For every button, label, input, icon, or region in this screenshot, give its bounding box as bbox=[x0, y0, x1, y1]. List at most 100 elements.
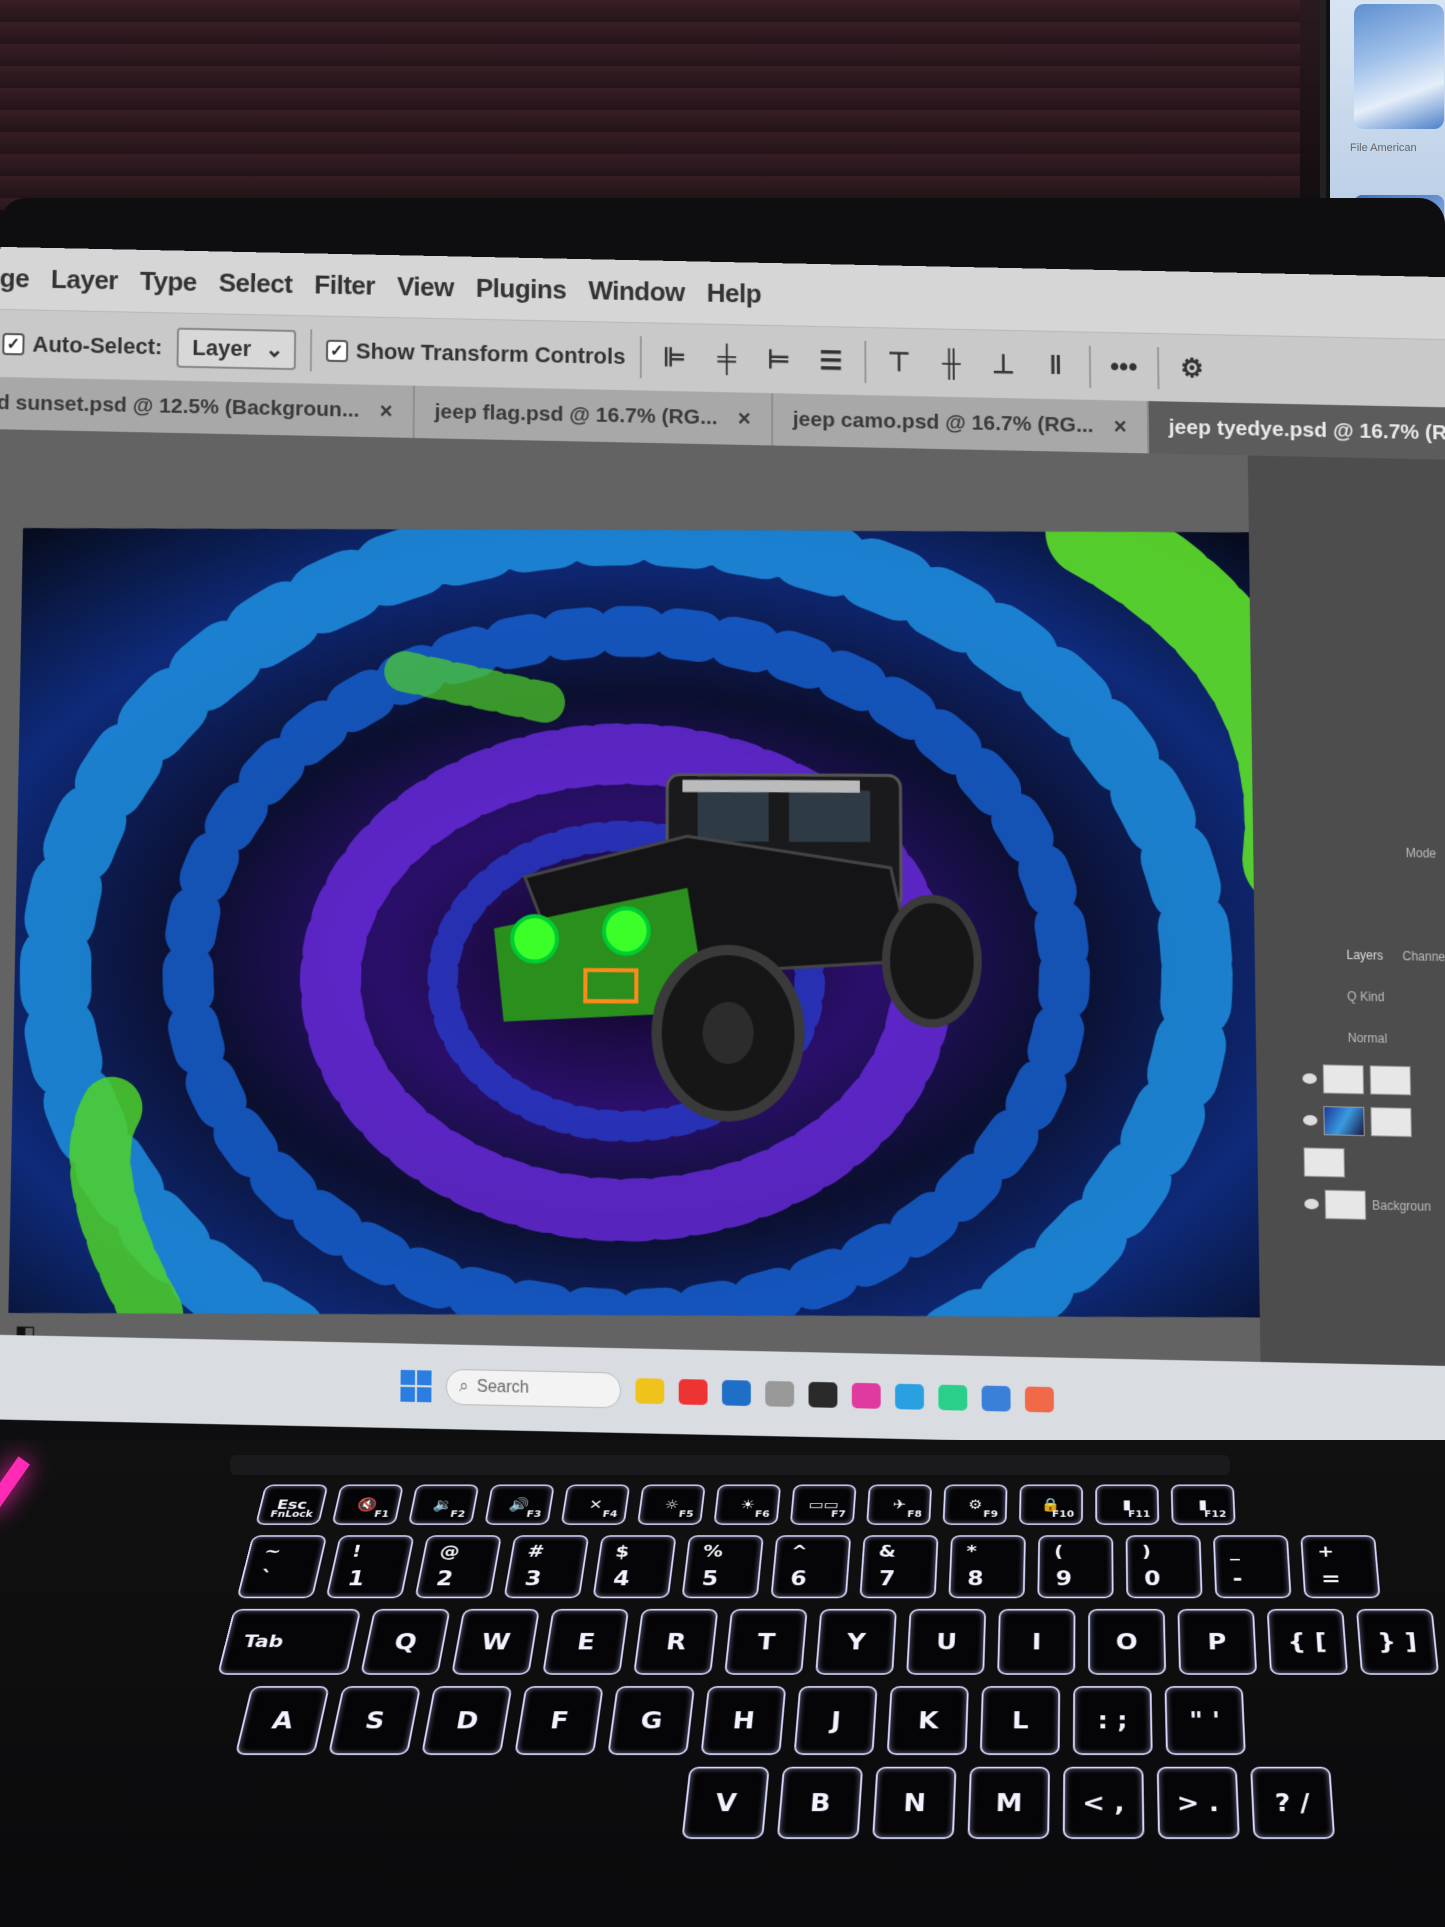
eye-icon[interactable] bbox=[1302, 1073, 1317, 1084]
gmail-icon[interactable] bbox=[678, 1379, 708, 1406]
tab-jeep-tyedye[interactable]: jeep tyedye.psd @ 16.7% (RGB/8) × bbox=[1148, 401, 1445, 463]
eye-icon[interactable] bbox=[1303, 1114, 1318, 1126]
tab-jeep-flag[interactable]: jeep flag.psd @ 16.7% (RG... × bbox=[414, 385, 773, 446]
key-symbol[interactable]: " ' bbox=[1164, 1686, 1246, 1755]
key-b[interactable]: B bbox=[776, 1766, 864, 1839]
gear-icon[interactable]: ⚙ bbox=[1173, 352, 1212, 384]
auto-select-dropdown[interactable]: Layer ⌄ bbox=[176, 327, 296, 370]
more-options-button[interactable]: ••• bbox=[1105, 351, 1143, 383]
key-t[interactable]: T bbox=[724, 1608, 808, 1675]
key-f2[interactable]: 🔉 F2 bbox=[407, 1484, 480, 1525]
key-f5[interactable]: ☼ F5 bbox=[637, 1484, 706, 1525]
file-explorer-icon[interactable] bbox=[635, 1378, 665, 1405]
align-right-icon[interactable]: ⊨ bbox=[760, 344, 798, 376]
auto-select-checkbox[interactable]: ✓ Auto-Select: bbox=[2, 330, 162, 359]
key-7[interactable]: & 7 bbox=[859, 1535, 939, 1599]
key-y[interactable]: Y bbox=[815, 1608, 897, 1675]
key-symbol[interactable]: < , bbox=[1062, 1766, 1145, 1839]
edge-icon[interactable] bbox=[938, 1384, 968, 1411]
layer-row-background[interactable]: Backgroun bbox=[1304, 1186, 1445, 1225]
close-icon[interactable]: × bbox=[738, 406, 751, 432]
close-icon[interactable]: × bbox=[379, 398, 392, 424]
menu-filter[interactable]: Filter bbox=[314, 269, 375, 301]
photoshop-icon[interactable] bbox=[895, 1383, 925, 1410]
key-f6[interactable]: ☀ F6 bbox=[713, 1484, 782, 1525]
key-symbol[interactable]: } ] bbox=[1355, 1608, 1440, 1675]
key-w[interactable]: W bbox=[451, 1608, 540, 1675]
key-u[interactable]: U bbox=[906, 1608, 987, 1675]
key-n[interactable]: N bbox=[872, 1766, 957, 1839]
key-r[interactable]: R bbox=[633, 1608, 719, 1675]
key-symbol[interactable]: { [ bbox=[1266, 1608, 1349, 1675]
layer-row[interactable] bbox=[1302, 1061, 1445, 1100]
key-a[interactable]: A bbox=[234, 1686, 330, 1755]
key-6[interactable]: ^ 6 bbox=[770, 1535, 852, 1599]
menu-plugins[interactable]: Plugins bbox=[476, 272, 567, 305]
layer-row[interactable] bbox=[1303, 1144, 1445, 1183]
key-f8[interactable]: ✈ F8 bbox=[866, 1484, 933, 1525]
app-icon[interactable] bbox=[721, 1379, 751, 1407]
key-k[interactable]: K bbox=[886, 1686, 969, 1755]
app-icon[interactable] bbox=[981, 1385, 1011, 1412]
app-icon[interactable] bbox=[765, 1380, 795, 1407]
key-f10[interactable]: 🔒 F10 bbox=[1018, 1484, 1083, 1525]
key-m[interactable]: M bbox=[967, 1766, 1050, 1839]
key-h[interactable]: H bbox=[700, 1686, 787, 1755]
key-l[interactable]: L bbox=[979, 1686, 1061, 1755]
key-i[interactable]: I bbox=[997, 1608, 1076, 1675]
windows-start-icon[interactable] bbox=[400, 1369, 432, 1403]
blend-mode-select[interactable]: Normal bbox=[1348, 1031, 1388, 1046]
taskbar-search[interactable]: ⌕ Search bbox=[445, 1368, 622, 1409]
distribute-horizontal-icon[interactable]: ☰ bbox=[812, 345, 850, 377]
key-o[interactable]: O bbox=[1088, 1608, 1167, 1675]
document-canvas[interactable] bbox=[8, 527, 1325, 1318]
key-f[interactable]: F bbox=[514, 1686, 604, 1755]
key-j[interactable]: J bbox=[793, 1686, 878, 1755]
tab-jeep-camo[interactable]: jeep camo.psd @ 16.7% (RG... × bbox=[772, 393, 1149, 454]
key-f9[interactable]: ⚙ F9 bbox=[942, 1484, 1008, 1525]
key-f12[interactable]: ▮ F12 bbox=[1170, 1484, 1236, 1525]
key-5[interactable]: % 5 bbox=[681, 1535, 764, 1599]
distribute-vertical-icon[interactable]: ‖ bbox=[1036, 350, 1074, 382]
key-q[interactable]: Q bbox=[360, 1608, 451, 1675]
menu-select[interactable]: Select bbox=[219, 267, 293, 299]
menu-type[interactable]: Type bbox=[140, 265, 197, 297]
key-s[interactable]: S bbox=[327, 1686, 422, 1755]
tab-sunset[interactable]: ad sunset.psd @ 12.5% (Backgroun... × bbox=[0, 376, 415, 438]
app-icon[interactable] bbox=[1024, 1386, 1054, 1413]
menu-layer[interactable]: Layer bbox=[51, 263, 118, 295]
align-middle-icon[interactable]: ╫ bbox=[932, 347, 970, 379]
menu-view[interactable]: View bbox=[397, 271, 454, 303]
channels-tab[interactable]: Channels bbox=[1402, 949, 1445, 965]
key-esc[interactable]: Esc FnLock bbox=[255, 1484, 329, 1525]
key-1[interactable]: ! 1 bbox=[325, 1535, 415, 1599]
align-left-icon[interactable]: ⊫ bbox=[655, 342, 693, 374]
key-e[interactable]: E bbox=[542, 1608, 630, 1675]
key-symbol[interactable]: > . bbox=[1156, 1766, 1240, 1839]
eye-icon[interactable] bbox=[1304, 1198, 1319, 1210]
key-symbol[interactable]: : ; bbox=[1072, 1686, 1153, 1755]
menu-image[interactable]: ge bbox=[0, 262, 29, 294]
key-f4[interactable]: ✕ F4 bbox=[560, 1484, 631, 1525]
align-center-icon[interactable]: ╪ bbox=[708, 343, 746, 375]
key-0[interactable]: ) 0 bbox=[1125, 1535, 1203, 1599]
layer-row[interactable] bbox=[1303, 1102, 1445, 1141]
menu-window[interactable]: Window bbox=[588, 275, 685, 308]
key-8[interactable]: * 8 bbox=[948, 1535, 1026, 1599]
key-g[interactable]: G bbox=[607, 1686, 696, 1755]
key-symbol[interactable]: ~ ` bbox=[236, 1535, 328, 1599]
align-top-icon[interactable]: ⊤ bbox=[880, 346, 918, 378]
menu-help[interactable]: Help bbox=[707, 277, 761, 309]
key-p[interactable]: P bbox=[1177, 1608, 1258, 1675]
key-d[interactable]: D bbox=[421, 1686, 513, 1755]
key-symbol[interactable]: + = bbox=[1300, 1535, 1381, 1599]
show-transform-controls-checkbox[interactable]: ✓ Show Transform Controls bbox=[325, 337, 625, 369]
align-bottom-icon[interactable]: ⊥ bbox=[984, 348, 1022, 380]
key-3[interactable]: #3 bbox=[503, 1535, 590, 1599]
app-icon[interactable] bbox=[808, 1381, 838, 1408]
key-4[interactable]: $4 bbox=[592, 1535, 677, 1599]
layers-tab[interactable]: Layers bbox=[1346, 948, 1383, 963]
kind-filter[interactable]: Q Kind bbox=[1347, 989, 1385, 1004]
key-symbol[interactable]: ? / bbox=[1250, 1766, 1336, 1839]
close-icon[interactable]: × bbox=[1114, 413, 1127, 439]
